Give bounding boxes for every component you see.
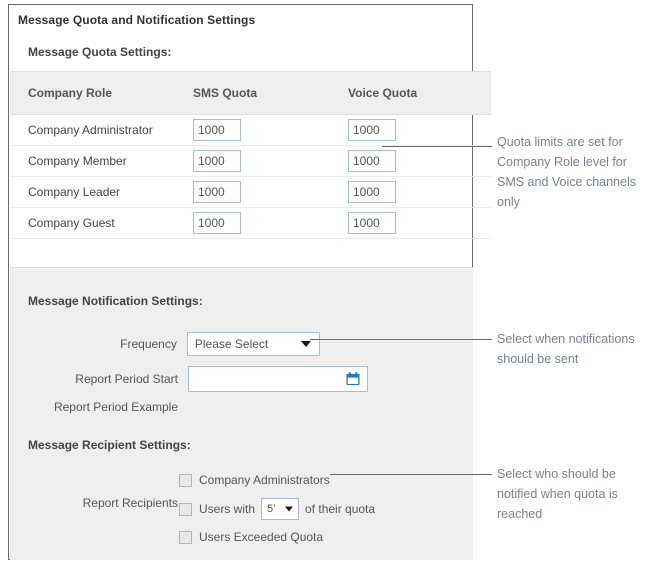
column-header-company-role: Company Role	[10, 71, 193, 115]
sms-quota-cell	[193, 145, 348, 177]
column-header-sms-quota: SMS Quota	[193, 71, 348, 115]
notification-section-heading: Message Notification Settings:	[28, 294, 203, 308]
quota-table-head: Company Role SMS Quota Voice Quota	[10, 71, 491, 115]
frequency-label: Frequency	[120, 337, 177, 351]
chevron-down-icon	[301, 341, 311, 347]
annotation-leader-line-frequency	[310, 339, 492, 340]
voice-quota-cell	[348, 145, 491, 177]
screenshot-root: Message Quota and Notification Settings …	[0, 0, 652, 567]
annotation-leader-line-quota	[382, 146, 492, 147]
table-header-row: Company Role SMS Quota Voice Quota	[10, 71, 491, 115]
quota-section-heading: Message Quota Settings:	[28, 45, 172, 59]
checkbox-label-users-with-prefix: Users with	[199, 502, 256, 516]
quota-table: Company Role SMS Quota Voice Quota Compa…	[10, 71, 491, 239]
checkbox-users-exceeded-quota[interactable]	[179, 530, 192, 544]
checkbox-row-company-administrators[interactable]: Company Administrators	[179, 473, 330, 487]
sms-quota-input-member[interactable]	[193, 150, 241, 172]
calendar-icon[interactable]	[345, 371, 361, 392]
sms-quota-cell	[193, 207, 348, 239]
voice-quota-input-guest[interactable]	[348, 212, 396, 234]
report-period-start-row: Report Period Start	[10, 366, 370, 392]
checkbox-users-with-percent[interactable]	[179, 502, 192, 516]
checkbox-label-company-administrators: Company Administrators	[199, 473, 330, 487]
sms-quota-input-administrator[interactable]	[193, 119, 241, 141]
frequency-select[interactable]: Please Select	[186, 332, 320, 356]
message-quota-section: Message Quota Settings: Company Role SMS…	[10, 45, 491, 239]
role-name-cell: Company Leader	[10, 176, 193, 208]
voice-quota-cell	[348, 176, 491, 208]
percent-threshold-value: 5’	[267, 503, 276, 515]
sms-quota-input-guest[interactable]	[193, 212, 241, 234]
role-name-cell: Company Member	[10, 145, 193, 177]
annotation-quota: Quota limits are set for Company Role le…	[497, 135, 636, 209]
column-header-voice-quota: Voice Quota	[348, 71, 491, 115]
sms-quota-input-leader[interactable]	[193, 181, 241, 203]
chevron-down-icon	[285, 506, 294, 512]
voice-quota-cell	[348, 114, 491, 146]
table-row: Company Administrator	[10, 114, 491, 146]
sms-quota-cell	[193, 114, 348, 146]
recipient-section-heading: Message Recipient Settings:	[28, 438, 191, 452]
checkbox-label-users-with-suffix: of their quota	[305, 502, 376, 516]
voice-quota-input-leader[interactable]	[348, 181, 396, 203]
frequency-select-value: Please Select	[194, 337, 269, 351]
sms-quota-cell	[193, 176, 348, 208]
report-recipients-label: Report Recipients	[82, 496, 178, 510]
checkbox-company-administrators[interactable]	[179, 473, 192, 487]
report-period-start-label: Report Period Start	[75, 372, 178, 386]
report-period-example-row: Report Period Example	[10, 400, 310, 414]
voice-quota-input-administrator[interactable]	[348, 119, 396, 141]
report-period-example-label: Report Period Example	[53, 400, 178, 414]
quota-table-body: Company Administrator Company Member	[10, 114, 491, 239]
voice-quota-input-member[interactable]	[348, 150, 396, 172]
percent-threshold-select[interactable]: 5’	[261, 498, 300, 520]
notification-and-recipient-panel: Message Notification Settings: Frequency…	[10, 267, 473, 560]
frequency-field-row: Frequency Please Select	[10, 332, 320, 356]
checkbox-row-users-with-percent[interactable]: Users with 5’ of their quota	[179, 498, 381, 520]
voice-quota-cell	[348, 207, 491, 239]
table-row: Company Leader	[10, 176, 491, 208]
role-name-cell: Company Guest	[10, 207, 193, 239]
annotation-leader-line-recipients	[330, 474, 492, 475]
annotation-recipients: Select who should be notified when quota…	[497, 467, 618, 521]
checkbox-row-users-exceeded-quota[interactable]: Users Exceeded Quota	[179, 530, 323, 544]
checkbox-label-users-exceeded-quota: Users Exceeded Quota	[199, 530, 324, 544]
page-title: Message Quota and Notification Settings	[18, 13, 256, 27]
table-row: Company Guest	[10, 207, 491, 239]
report-period-start-input[interactable]	[188, 366, 368, 392]
settings-panel: Message Quota and Notification Settings …	[8, 4, 491, 560]
table-row: Company Member	[10, 145, 491, 177]
role-name-cell: Company Administrator	[10, 114, 193, 146]
annotation-frequency: Select when notifications should be sent	[497, 332, 635, 366]
